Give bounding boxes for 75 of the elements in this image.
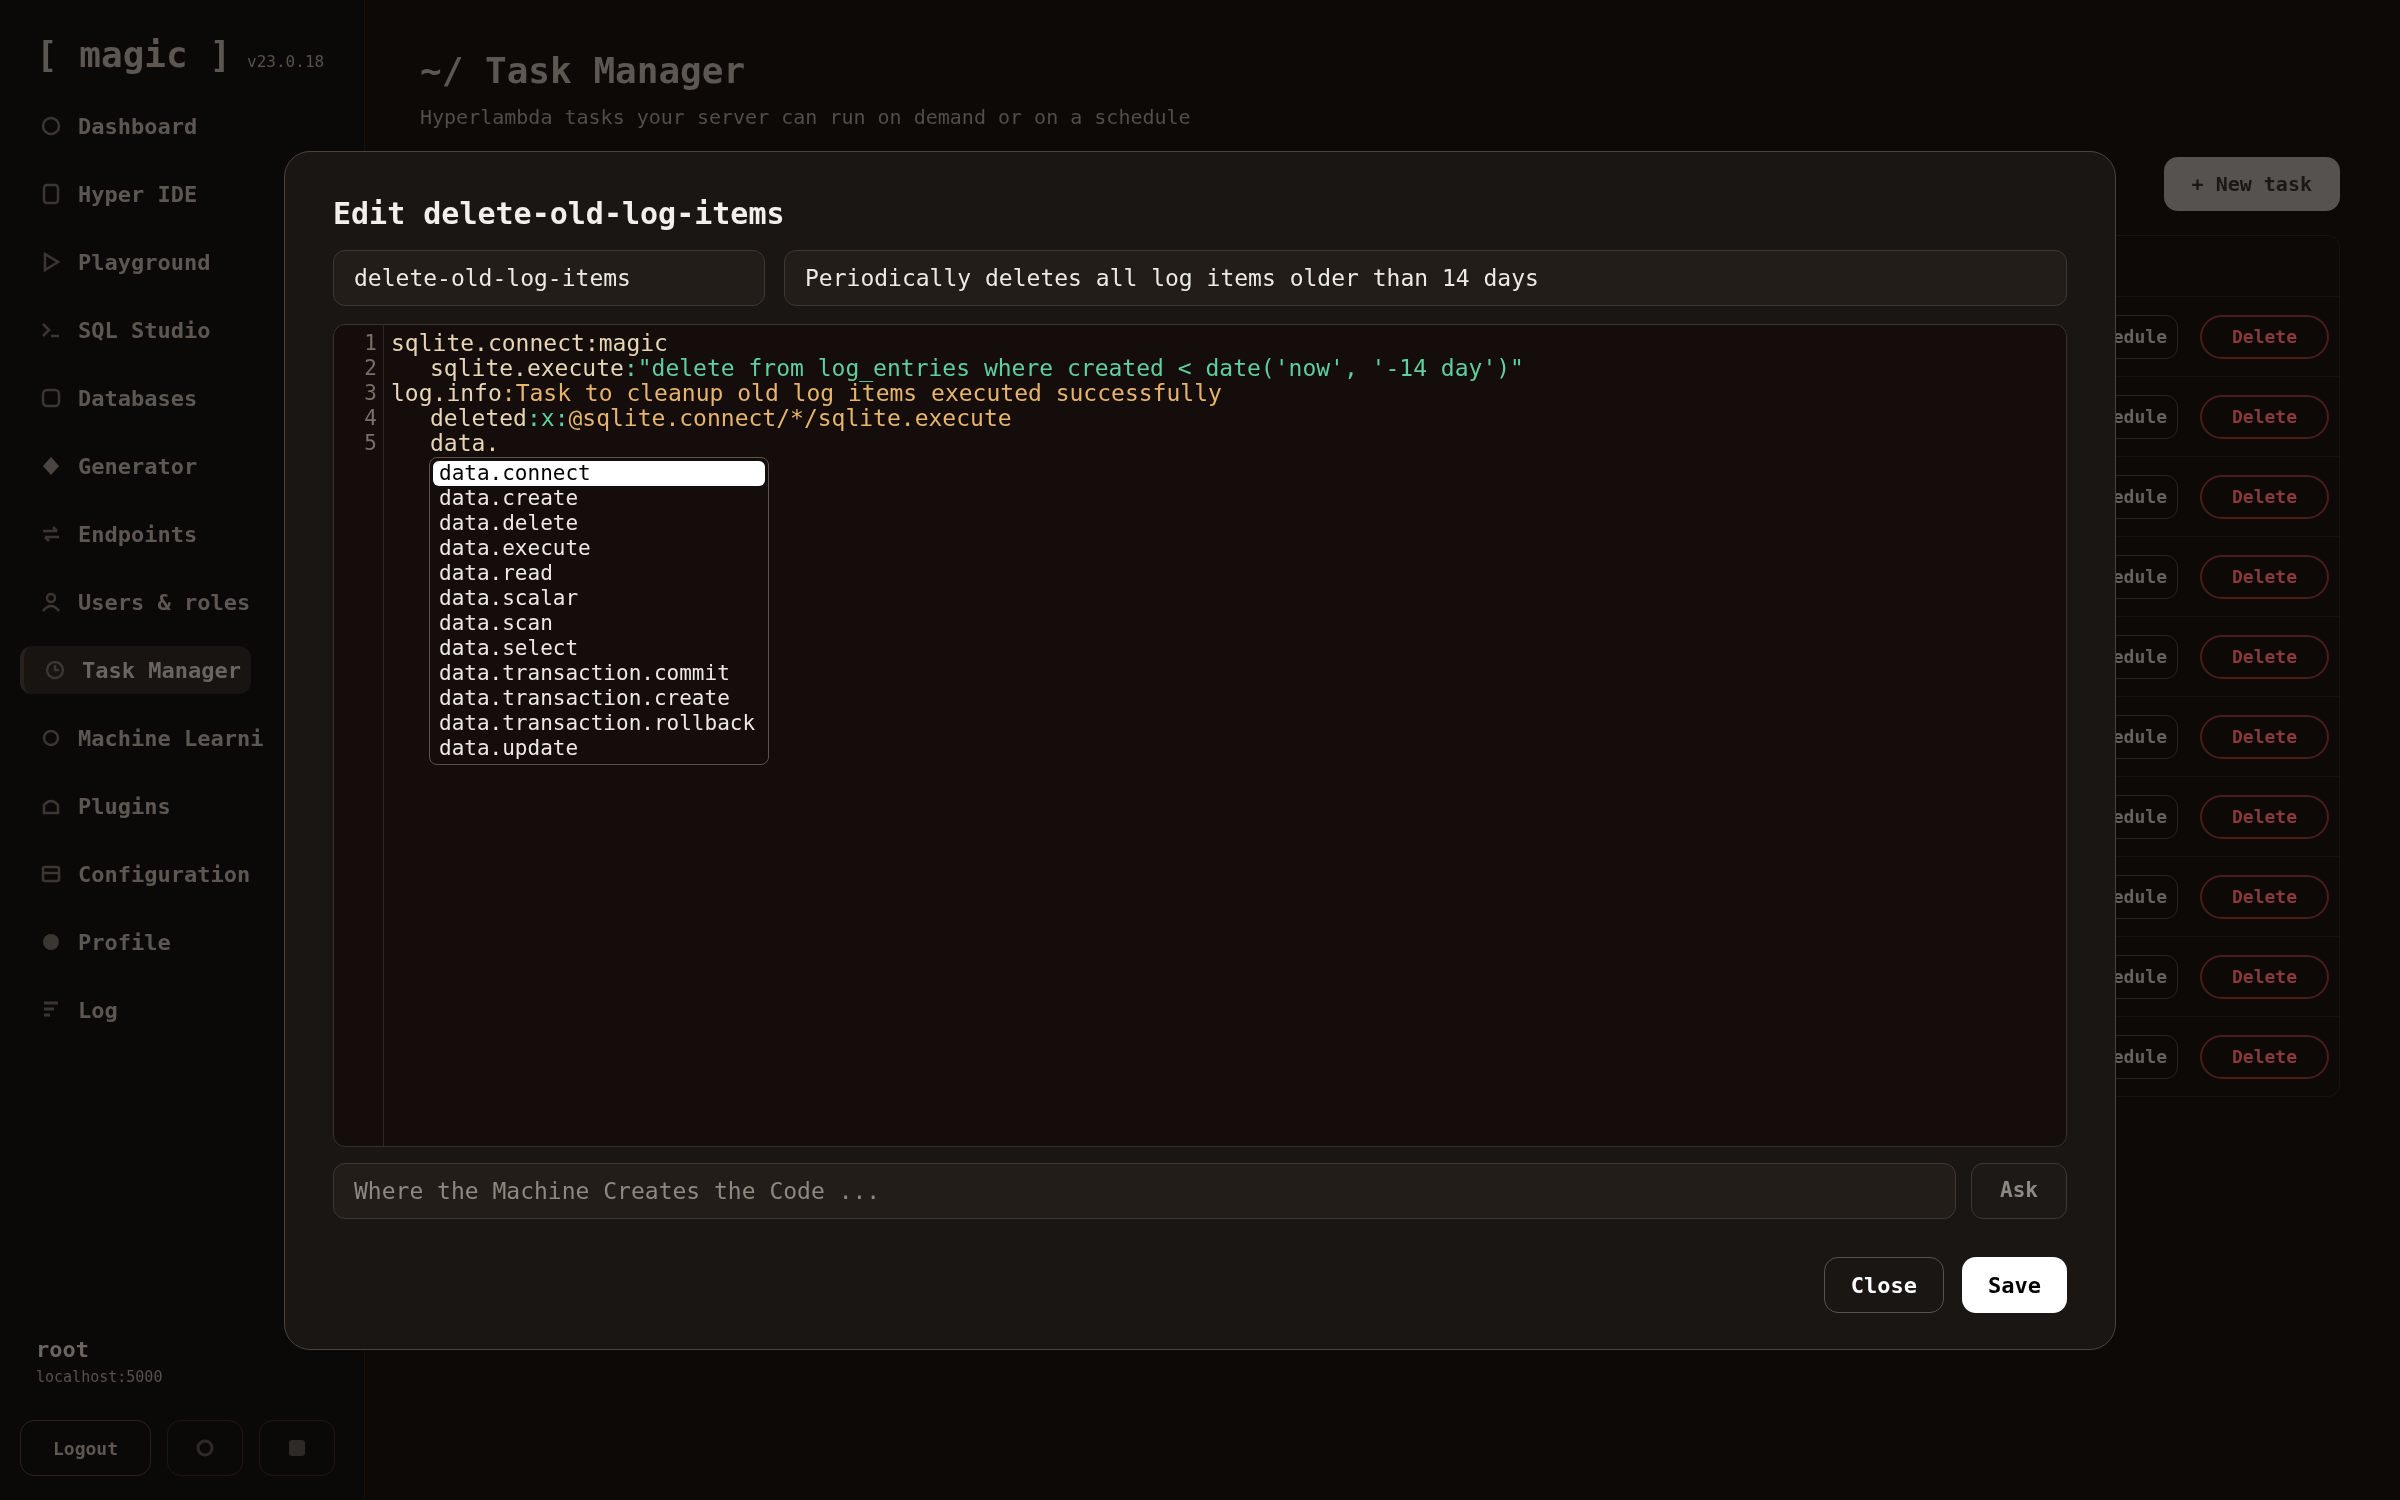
user-icon [40, 591, 62, 613]
suggestion-item[interactable]: data.transaction.rollback [433, 711, 765, 736]
new-task-button[interactable]: + New task [2163, 157, 2340, 211]
square-icon [40, 387, 62, 409]
code-line: deleted:x:@sqlite.connect/*/sqlite.execute [430, 406, 1012, 431]
line-number: 3 [364, 381, 377, 406]
ask-field[interactable]: Where the Machine Creates the Code ... [333, 1163, 1956, 1219]
sidebar-item[interactable]: SQL Studio [20, 306, 217, 354]
delete-button[interactable]: Delete [2199, 394, 2329, 439]
logout-button[interactable]: Logout [20, 1420, 152, 1476]
sidebar-item[interactable]: Log [20, 986, 124, 1034]
suggestion-item[interactable]: data.create [433, 486, 765, 511]
circle-icon [40, 115, 62, 137]
host-label: localhost:5000 [36, 1366, 164, 1388]
panel-icon [40, 863, 62, 885]
sidebar-item[interactable]: Databases [20, 374, 204, 422]
user-name: root [36, 1335, 90, 1364]
delete-button[interactable]: Delete [2199, 714, 2329, 759]
sidebar-item[interactable]: Configuration [20, 850, 257, 898]
sidebar-item[interactable]: Hyper IDE [20, 170, 204, 218]
sidebar-item[interactable]: Dashboard [20, 102, 204, 150]
code-line: sqlite.execute:"delete from log_entries where created < date('now', '-14 day')" [430, 356, 1524, 381]
name-field[interactable]: delete-old-log-items [333, 250, 765, 306]
delete-button[interactable]: Delete [2199, 554, 2329, 599]
line-number: 5 [364, 431, 377, 456]
sidebar-item[interactable]: Endpoints [20, 510, 204, 558]
theme-button[interactable] [167, 1420, 244, 1476]
line-number: 4 [364, 406, 377, 431]
circle-icon [40, 931, 62, 953]
suggestion-item[interactable]: data.delete [433, 511, 765, 536]
sidebar-item[interactable]: Users & roles [20, 578, 257, 626]
suggestion-item[interactable]: data.select [433, 636, 765, 661]
description-field[interactable]: Periodically deletes all log items older than 14 days [784, 250, 2067, 306]
sidebar-item[interactable]: Machine Learni [20, 714, 270, 762]
diamond-icon [40, 455, 62, 477]
code-line: sqlite.connect:magic [391, 331, 668, 356]
suggestion-item[interactable]: data.read [433, 561, 765, 586]
suggestion-item[interactable]: data.scan [433, 611, 765, 636]
suggestion-item[interactable]: data.scalar [433, 586, 765, 611]
sidebar-item[interactable]: Profile [20, 918, 177, 966]
delete-button[interactable]: Delete [2199, 474, 2329, 519]
circle-icon [40, 727, 62, 749]
code-line: log.info:Task to cleanup old log items executed successfully [391, 381, 1222, 406]
suggestion-item[interactable]: data.execute [433, 536, 765, 561]
suggestion-item[interactable]: data.transaction.commit [433, 661, 765, 686]
delete-button[interactable]: Delete [2199, 794, 2329, 839]
code-editor[interactable] [333, 324, 2067, 1147]
close-button[interactable]: Close [1823, 1257, 1944, 1313]
document-icon [40, 183, 62, 205]
suggestion-item[interactable]: data.connect [433, 461, 765, 486]
page-title: ~/ Task Manager [420, 49, 747, 93]
sidebar-item[interactable]: Playground [20, 238, 217, 286]
ask-button[interactable]: Ask [1971, 1163, 2067, 1219]
delete-button[interactable]: Delete [2199, 634, 2329, 679]
sidebar-item[interactable]: Generator [20, 442, 204, 490]
delete-button[interactable]: Delete [2199, 874, 2329, 919]
clock-icon [44, 659, 66, 681]
delete-button[interactable]: Delete [2199, 314, 2329, 359]
version-label: v23.0.18 [247, 51, 325, 73]
logo: [ magic ] [36, 33, 232, 77]
code-line: data. [430, 431, 500, 456]
suggestion-item[interactable]: data.transaction.create [433, 686, 765, 711]
grid-icon [287, 1438, 308, 1458]
line-number: 1 [364, 331, 377, 356]
suggestion-item[interactable]: data.update [433, 736, 765, 761]
sidebar-item[interactable]: Task Manager [20, 646, 251, 694]
sidebar-item[interactable]: Plugins [20, 782, 177, 830]
delete-button[interactable]: Delete [2199, 954, 2329, 999]
page-subtitle: Hyperlambda tasks your server can run on demand or on a schedule [420, 104, 1192, 131]
settings-button[interactable] [259, 1420, 336, 1476]
line-number: 2 [364, 356, 377, 381]
delete-button[interactable]: Delete [2199, 1034, 2329, 1079]
save-button[interactable]: Save [1962, 1257, 2067, 1313]
dialog-title: Edit delete-old-log-items [333, 196, 786, 232]
circle-icon [196, 1439, 215, 1457]
